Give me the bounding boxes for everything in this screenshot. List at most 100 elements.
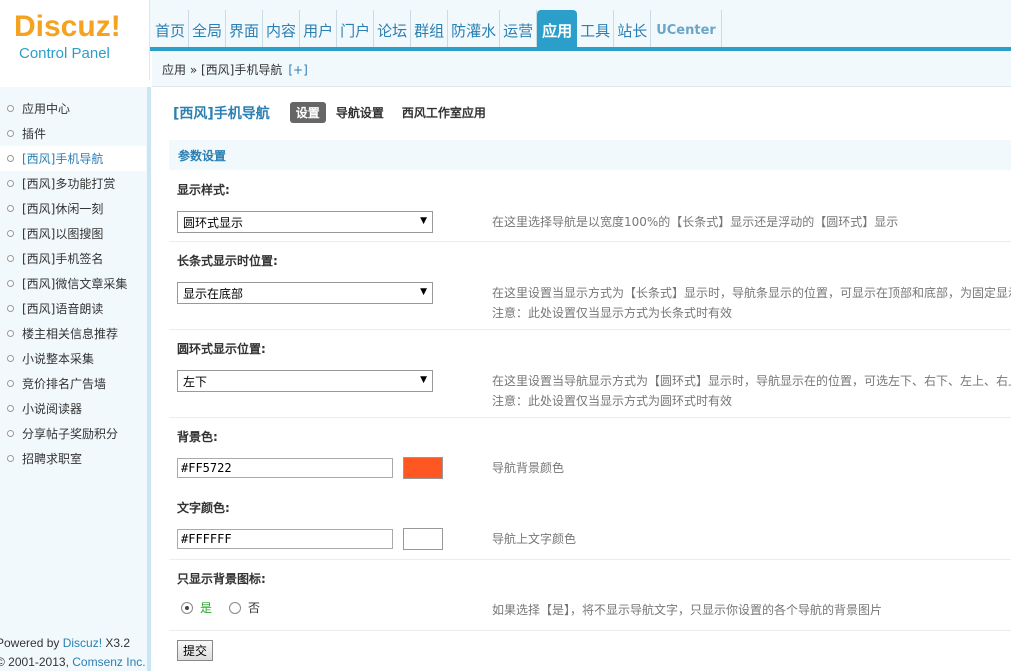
sidebar-item-app-center[interactable]: 应用中心 (0, 96, 146, 121)
bullet-icon (7, 180, 14, 187)
breadcrumb-path: 应用 » [西风]手机导航 (162, 63, 283, 77)
logo-subtitle: Control Panel (19, 45, 110, 62)
bar-position-label: 长条式显示时位置: (177, 254, 278, 268)
sidebar-item-label: 应用中心 (22, 102, 71, 116)
section-title: 参数设置 (169, 140, 1011, 170)
ring-position-hint: 在这里设置当导航显示方式为【圆环式】显示时，导航显示在的位置，可选左下、右下、左… (492, 374, 1011, 388)
sidebar-item-voice-read[interactable]: [西风]语音朗读 (0, 296, 146, 321)
sidebar-item-label: [西风]微信文章采集 (22, 277, 128, 291)
sidebar-item-ad-wall[interactable]: 竞价排名广告墙 (0, 371, 146, 396)
sidebar-item-label: [西风]以图搜图 (22, 227, 104, 241)
sidebar-item-mobile-nav[interactable]: [西风]手机导航 (0, 146, 146, 171)
sidebar-item-novel-reader[interactable]: 小说阅读器 (0, 396, 146, 421)
ring-position-select[interactable]: 左下 ▼ (177, 370, 433, 392)
text-color-swatch[interactable] (403, 528, 443, 550)
bg-color-input[interactable]: #FF5722 (177, 458, 393, 478)
powered-by-footer: Powered by Discuz! X3.2 © 2001-2013, Com… (0, 636, 146, 669)
bar-position-note: 注意：此处设置仅当显示方式为长条式时有效 (492, 306, 733, 320)
bullet-icon (7, 380, 14, 387)
bullet-icon (7, 355, 14, 362)
sidebar-item-author-info[interactable]: 楼主相关信息推荐 (0, 321, 146, 346)
sidebar-item-label: 插件 (22, 127, 47, 141)
display-style-label: 显示样式: (177, 183, 230, 197)
sidebar-item-jobs[interactable]: 招聘求职室 (0, 446, 146, 471)
nav-ucenter[interactable]: UCenter (651, 10, 722, 50)
dropdown-arrow-icon: ▼ (420, 375, 427, 385)
icon-only-yes-label[interactable]: 是 (200, 599, 212, 616)
bullet-icon (7, 255, 14, 262)
sidebar-item-label: [西风]手机导航 (22, 152, 104, 166)
divider (169, 630, 1011, 631)
sidebar-item-label: 招聘求职室 (22, 452, 83, 466)
nav-forum[interactable]: 论坛 (374, 10, 412, 50)
nav-operations[interactable]: 运营 (500, 10, 538, 50)
nav-home[interactable]: 首页 (152, 10, 190, 50)
logo[interactable]: Discuz! Control Panel (0, 0, 150, 80)
bullet-icon (7, 155, 14, 162)
bullet-icon (7, 205, 14, 212)
sidebar-item-share-reward[interactable]: 分享帖子奖励积分 (0, 421, 146, 446)
sidebar-item-mobile-sign[interactable]: [西风]手机签名 (0, 246, 146, 271)
bg-color-swatch[interactable] (403, 457, 443, 479)
ring-position-value: 左下 (183, 374, 208, 389)
divider (169, 329, 1011, 330)
bar-position-value: 显示在底部 (183, 286, 244, 301)
nav-webmaster[interactable]: 站长 (614, 10, 652, 50)
nav-apps[interactable]: 应用 (537, 10, 578, 50)
bar-position-select[interactable]: 显示在底部 ▼ (177, 282, 433, 304)
bg-color-label: 背景色: (177, 430, 218, 444)
sidebar-item-label: 小说阅读器 (22, 402, 83, 416)
sidebar-item-label: [西风]多功能打赏 (22, 177, 116, 191)
tab-studio-apps[interactable]: 西风工作室应用 (402, 104, 486, 121)
bullet-icon (7, 230, 14, 237)
icon-only-label: 只显示背景图标: (177, 572, 266, 586)
nav-portal[interactable]: 门户 (337, 10, 375, 50)
sidebar-item-novel-collect[interactable]: 小说整本采集 (0, 346, 146, 371)
sidebar-item-plugins[interactable]: 插件 (0, 121, 146, 146)
submit-button[interactable]: 提交 (177, 640, 214, 661)
sidebar-item-label: [西风]手机签名 (22, 252, 104, 266)
display-style-value: 圆环式显示 (183, 215, 244, 230)
sidebar-item-wechat-collect[interactable]: [西风]微信文章采集 (0, 271, 146, 296)
dropdown-arrow-icon: ▼ (420, 216, 427, 226)
top-nav: 首页 全局 界面 内容 用户 门户 论坛 群组 防灌水 运营 应用 工具 站长 … (152, 10, 722, 50)
tab-nav-settings[interactable]: 导航设置 (336, 104, 384, 121)
icon-only-no-radio[interactable] (229, 601, 242, 614)
bullet-icon (7, 405, 14, 412)
nav-antispam[interactable]: 防灌水 (448, 10, 501, 50)
breadcrumb-bar: 应用 » [西风]手机导航 [+] (152, 51, 1011, 87)
tab-settings[interactable]: 设置 (289, 102, 326, 123)
nav-interface[interactable]: 界面 (226, 10, 264, 50)
plugin-title: [西风]手机导航 (173, 105, 270, 122)
bullet-icon (7, 130, 14, 137)
sidebar-item-image-search[interactable]: [西风]以图搜图 (0, 221, 146, 246)
nav-tools[interactable]: 工具 (577, 10, 615, 50)
sidebar-item-leisure[interactable]: [西风]休闲一刻 (0, 196, 146, 221)
icon-only-no-label[interactable]: 否 (248, 599, 260, 616)
bullet-icon (7, 330, 14, 337)
bullet-icon (7, 305, 14, 312)
icon-only-hint: 如果选择【是】，将不显示导航文字，只显示你设置的各个导航的背景图片 (492, 603, 883, 617)
breadcrumb: 应用 » [西风]手机导航 [+] (162, 61, 308, 78)
breadcrumb-add-shortcut[interactable]: [+] (288, 63, 307, 77)
text-color-hint: 导航上文字颜色 (492, 532, 577, 546)
nav-users[interactable]: 用户 (300, 10, 338, 50)
nav-groups[interactable]: 群组 (411, 10, 449, 50)
nav-global[interactable]: 全局 (189, 10, 227, 50)
icon-only-yes-radio[interactable] (181, 601, 193, 614)
display-style-hint: 在这里选择导航是以宽度100%的【长条式】显示还是浮动的【圆环式】显示 (492, 215, 899, 229)
divider (169, 417, 1011, 418)
text-color-input[interactable]: #FFFFFF (177, 529, 393, 549)
sidebar-item-reward[interactable]: [西风]多功能打赏 (0, 171, 146, 196)
comsenz-link[interactable]: Comsenz Inc. (72, 655, 145, 669)
sidebar-item-label: [西风]休闲一刻 (22, 202, 104, 216)
sidebar-item-label: 分享帖子奖励积分 (22, 427, 119, 441)
bar-position-hint: 在这里设置当显示方式为【长条式】显示时，导航条显示的位置，可显示在顶部和底部，为… (492, 286, 1011, 300)
bullet-icon (7, 455, 14, 462)
ring-position-note: 注意：此处设置仅当显示方式为圆环式时有效 (492, 394, 733, 408)
discuz-link[interactable]: Discuz! (63, 636, 102, 650)
text-color-label: 文字颜色: (177, 501, 230, 515)
nav-content[interactable]: 内容 (263, 10, 301, 50)
display-style-select[interactable]: 圆环式显示 ▼ (177, 211, 433, 233)
icon-only-options: 是 否 (181, 599, 277, 616)
